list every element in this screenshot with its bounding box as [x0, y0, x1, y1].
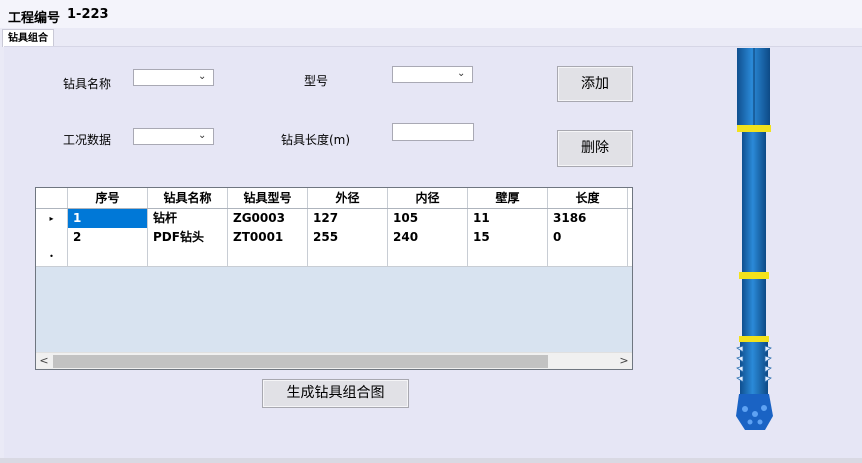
- horizontal-scrollbar[interactable]: < >: [36, 352, 632, 369]
- delete-button[interactable]: 删除: [557, 130, 633, 167]
- column-header-tool-name[interactable]: 钻具名称: [148, 188, 228, 208]
- table-cell[interactable]: 2: [68, 228, 148, 247]
- status-strip: [0, 458, 862, 463]
- column-header-length[interactable]: 长度: [548, 188, 628, 208]
- row-selector[interactable]: [36, 228, 68, 247]
- grid-corner: [36, 188, 68, 208]
- table-cell[interactable]: 钻杆: [148, 209, 228, 228]
- column-header-wall-thickness[interactable]: 壁厚: [468, 188, 548, 208]
- table-cell-empty[interactable]: [68, 247, 148, 266]
- table-cell-empty[interactable]: [388, 247, 468, 266]
- table-cell[interactable]: 11: [468, 209, 548, 228]
- table-cell[interactable]: 15: [468, 228, 548, 247]
- tool-joint-collar: [739, 272, 769, 279]
- tool-grid[interactable]: 序号 钻具名称 钻具型号 外径 内径 壁厚 长度 ▸ 1 钻杆 ZG0003 1…: [35, 187, 633, 370]
- table-cell[interactable]: 0: [548, 228, 628, 247]
- chevron-down-icon: ⌄: [198, 71, 207, 82]
- chevron-down-icon: ⌄: [457, 68, 466, 79]
- table-cell-empty[interactable]: [148, 247, 228, 266]
- table-cell[interactable]: 105: [388, 209, 468, 228]
- table-cell-empty[interactable]: [468, 247, 548, 266]
- table-cell-empty[interactable]: [228, 247, 308, 266]
- drill-pipe: [742, 132, 766, 272]
- stabilizer: [740, 342, 768, 394]
- tool-name-label: 钻具名称: [63, 77, 112, 91]
- tool-length-input[interactable]: [392, 123, 474, 141]
- table-cell[interactable]: PDF钻头: [148, 228, 228, 247]
- model-label: 型号: [304, 74, 329, 88]
- scroll-left-icon[interactable]: <: [37, 354, 51, 367]
- table-cell[interactable]: ZT0001: [228, 228, 308, 247]
- column-header-index[interactable]: 序号: [68, 188, 148, 208]
- table-cell[interactable]: ZG0003: [228, 209, 308, 228]
- table-cell-empty[interactable]: [308, 247, 388, 266]
- project-number-label: 工程编号: [8, 11, 61, 26]
- condition-select[interactable]: ⌄: [133, 128, 214, 145]
- table-cell[interactable]: 3186: [548, 209, 628, 228]
- add-button[interactable]: 添加: [557, 66, 633, 102]
- title-bar: 工程编号 1-223: [0, 0, 862, 28]
- model-select[interactable]: ⌄: [392, 66, 473, 83]
- table-cell-empty[interactable]: [548, 247, 628, 266]
- table-cell[interactable]: 240: [388, 228, 468, 247]
- table-cell[interactable]: 1: [68, 209, 148, 228]
- row-selector-new[interactable]: •: [36, 247, 68, 266]
- scroll-right-icon[interactable]: >: [617, 354, 631, 367]
- tool-joint-collar: [737, 125, 771, 132]
- grid-header: 序号 钻具名称 钻具型号 外径 内径 壁厚 长度: [36, 188, 632, 209]
- table-cell[interactable]: 127: [308, 209, 388, 228]
- tool-joint-collar: [739, 336, 769, 342]
- drill-string-diagram: [736, 48, 773, 430]
- new-row[interactable]: •: [36, 247, 632, 267]
- tab-drill-assembly[interactable]: 钻具组合: [2, 29, 54, 47]
- table-row[interactable]: 2 PDF钻头 ZT0001 255 240 15 0: [36, 228, 632, 248]
- drill-pipe-lower: [742, 279, 766, 337]
- condition-label: 工况数据: [63, 133, 112, 147]
- chevron-down-icon: ⌄: [198, 130, 207, 141]
- scrollbar-thumb[interactable]: [53, 355, 548, 368]
- tool-length-label: 钻具长度(m): [281, 133, 351, 147]
- tool-name-select[interactable]: ⌄: [133, 69, 214, 86]
- table-cell[interactable]: 255: [308, 228, 388, 247]
- column-header-tool-model[interactable]: 钻具型号: [228, 188, 308, 208]
- table-row[interactable]: ▸ 1 钻杆 ZG0003 127 105 11 3186: [36, 209, 632, 229]
- column-header-outer-diameter[interactable]: 外径: [308, 188, 388, 208]
- row-selector-current[interactable]: ▸: [36, 209, 68, 228]
- generate-diagram-button[interactable]: 生成钻具组合图: [262, 379, 409, 408]
- column-header-inner-diameter[interactable]: 内径: [388, 188, 468, 208]
- project-number-value: 1-223: [67, 7, 109, 22]
